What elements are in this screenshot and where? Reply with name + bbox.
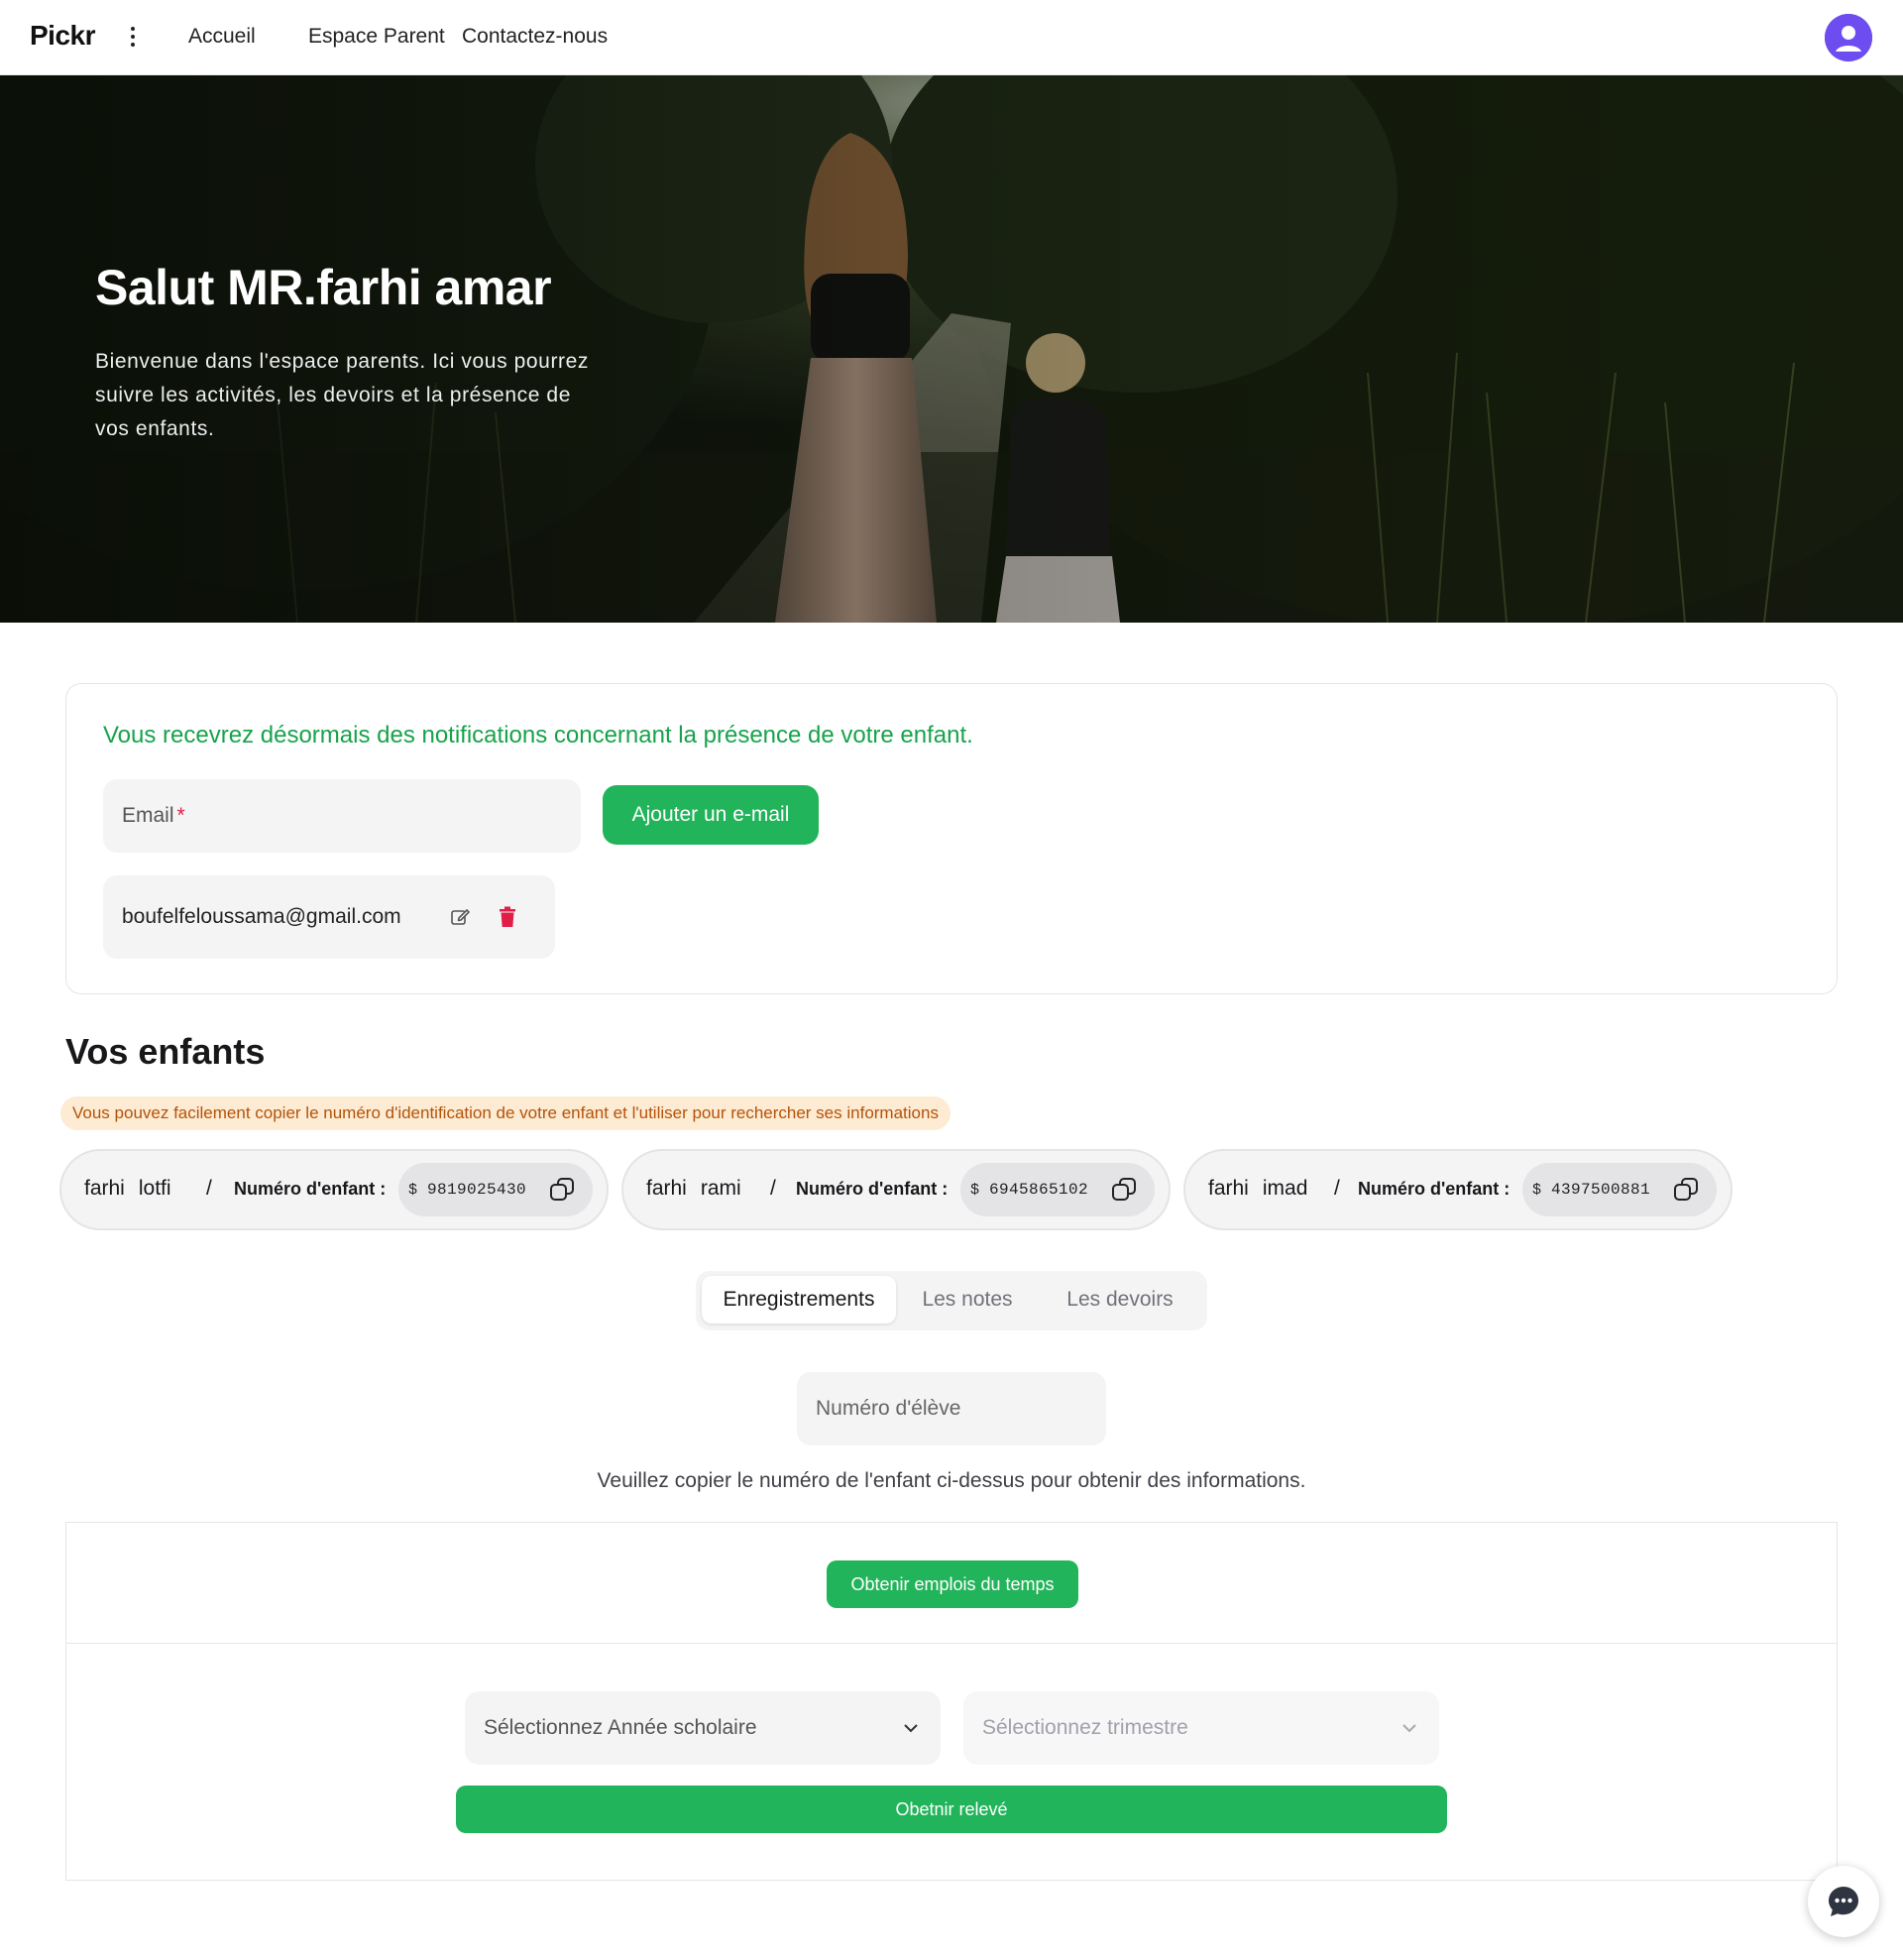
menu-dots-icon[interactable] — [125, 22, 141, 52]
term-select-label: Sélectionnez trimestre — [982, 1716, 1188, 1739]
school-year-select-label: Sélectionnez Année scholaire — [484, 1716, 757, 1739]
notification-card: Vous recevrez désormais des notification… — [65, 683, 1838, 994]
child-id-label: Numéro d'enfant : — [1358, 1179, 1511, 1199]
child-id-number: 6945865102 — [989, 1181, 1089, 1199]
separator: / — [770, 1177, 776, 1200]
child-id-label: Numéro d'enfant : — [796, 1179, 949, 1199]
copy-icon[interactable] — [1111, 1177, 1137, 1203]
id-prefix: $ — [970, 1181, 980, 1199]
chat-button[interactable] — [1808, 1866, 1879, 1937]
child-id-number: 9819025430 — [427, 1181, 527, 1199]
nav-link-espace-parent[interactable]: Espace Parent — [308, 25, 445, 49]
trash-icon[interactable] — [498, 906, 517, 928]
child-card: farhi imad / Numéro d'enfant : $ 43975008… — [1183, 1149, 1733, 1230]
email-input[interactable]: Email * — [103, 779, 581, 853]
email-placeholder: Email — [122, 804, 174, 827]
brand-logo[interactable]: Pickr — [30, 20, 96, 52]
child-id-number: 4397500881 — [1551, 1181, 1651, 1199]
student-number-placeholder: Numéro d'élève — [816, 1397, 961, 1420]
required-mark: * — [176, 804, 185, 827]
chevron-down-icon — [1402, 1724, 1416, 1733]
chat-icon — [1829, 1887, 1858, 1916]
notification-title: Vous recevrez désormais des notification… — [103, 722, 973, 749]
hero-title: Salut MR.farhi amar — [95, 260, 552, 315]
child-name: farhi lotfi — [84, 1177, 171, 1200]
panel-divider — [66, 1643, 1837, 1644]
tab-enregistrements[interactable]: Enregistrements — [702, 1276, 896, 1324]
user-avatar-icon[interactable] — [1825, 14, 1872, 61]
children-section-title: Vos enfants — [65, 1031, 266, 1072]
copy-icon[interactable] — [549, 1177, 575, 1203]
chevron-down-icon — [904, 1724, 918, 1733]
child-name: farhi imad — [1208, 1177, 1308, 1200]
child-id-pill: $ 9819025430 — [398, 1163, 593, 1216]
tab-list: Enregistrements Les notes Les devoirs — [696, 1271, 1207, 1330]
child-id-label: Numéro d'enfant : — [234, 1179, 387, 1199]
navbar: Pickr Accueil Espace Parent Contactez-no… — [0, 0, 1903, 75]
copy-hint-banner: Vous pouvez facilement copier le numéro … — [60, 1096, 951, 1130]
child-card: farhi rami / Numéro d'enfant : $ 69458651… — [621, 1149, 1171, 1230]
separator: / — [206, 1177, 212, 1200]
saved-email-text: boufelfeloussama@gmail.com — [122, 905, 401, 928]
term-select[interactable]: Sélectionnez trimestre — [963, 1691, 1439, 1765]
saved-email-chip: boufelfeloussama@gmail.com — [103, 875, 555, 959]
nav-link-accueil[interactable]: Accueil — [188, 25, 256, 49]
nav-link-contact[interactable]: Contactez-nous — [462, 25, 608, 49]
id-prefix: $ — [408, 1181, 418, 1199]
records-panel: Obtenir emplois du temps Sélectionnez An… — [65, 1522, 1838, 1881]
school-year-select[interactable]: Sélectionnez Année scholaire — [465, 1691, 941, 1765]
edit-icon[interactable] — [450, 907, 470, 927]
child-id-pill: $ 4397500881 — [1522, 1163, 1717, 1216]
add-email-button[interactable]: Ajouter un e-mail — [603, 785, 819, 845]
copy-icon[interactable] — [1673, 1177, 1699, 1203]
child-id-pill: $ 6945865102 — [960, 1163, 1155, 1216]
tab-notes[interactable]: Les notes — [900, 1276, 1035, 1324]
id-prefix: $ — [1532, 1181, 1542, 1199]
copy-number-hint: Veuillez copier le numéro de l'enfant ci… — [597, 1469, 1306, 1492]
tab-devoirs[interactable]: Les devoirs — [1039, 1276, 1201, 1324]
hero-banner: Salut MR.farhi amar Bienvenue dans l'esp… — [0, 75, 1903, 623]
hero-description: Bienvenue dans l'espace parents. Ici vou… — [95, 350, 590, 440]
child-name: farhi rami — [646, 1177, 741, 1200]
get-timetable-button[interactable]: Obtenir emplois du temps — [827, 1560, 1078, 1608]
child-card: farhi lotfi / Numéro d'enfant : $ 9819025… — [59, 1149, 609, 1230]
student-number-input[interactable]: Numéro d'élève — [797, 1372, 1106, 1445]
separator: / — [1334, 1177, 1340, 1200]
get-transcript-button[interactable]: Obetnir relevé — [456, 1786, 1447, 1833]
